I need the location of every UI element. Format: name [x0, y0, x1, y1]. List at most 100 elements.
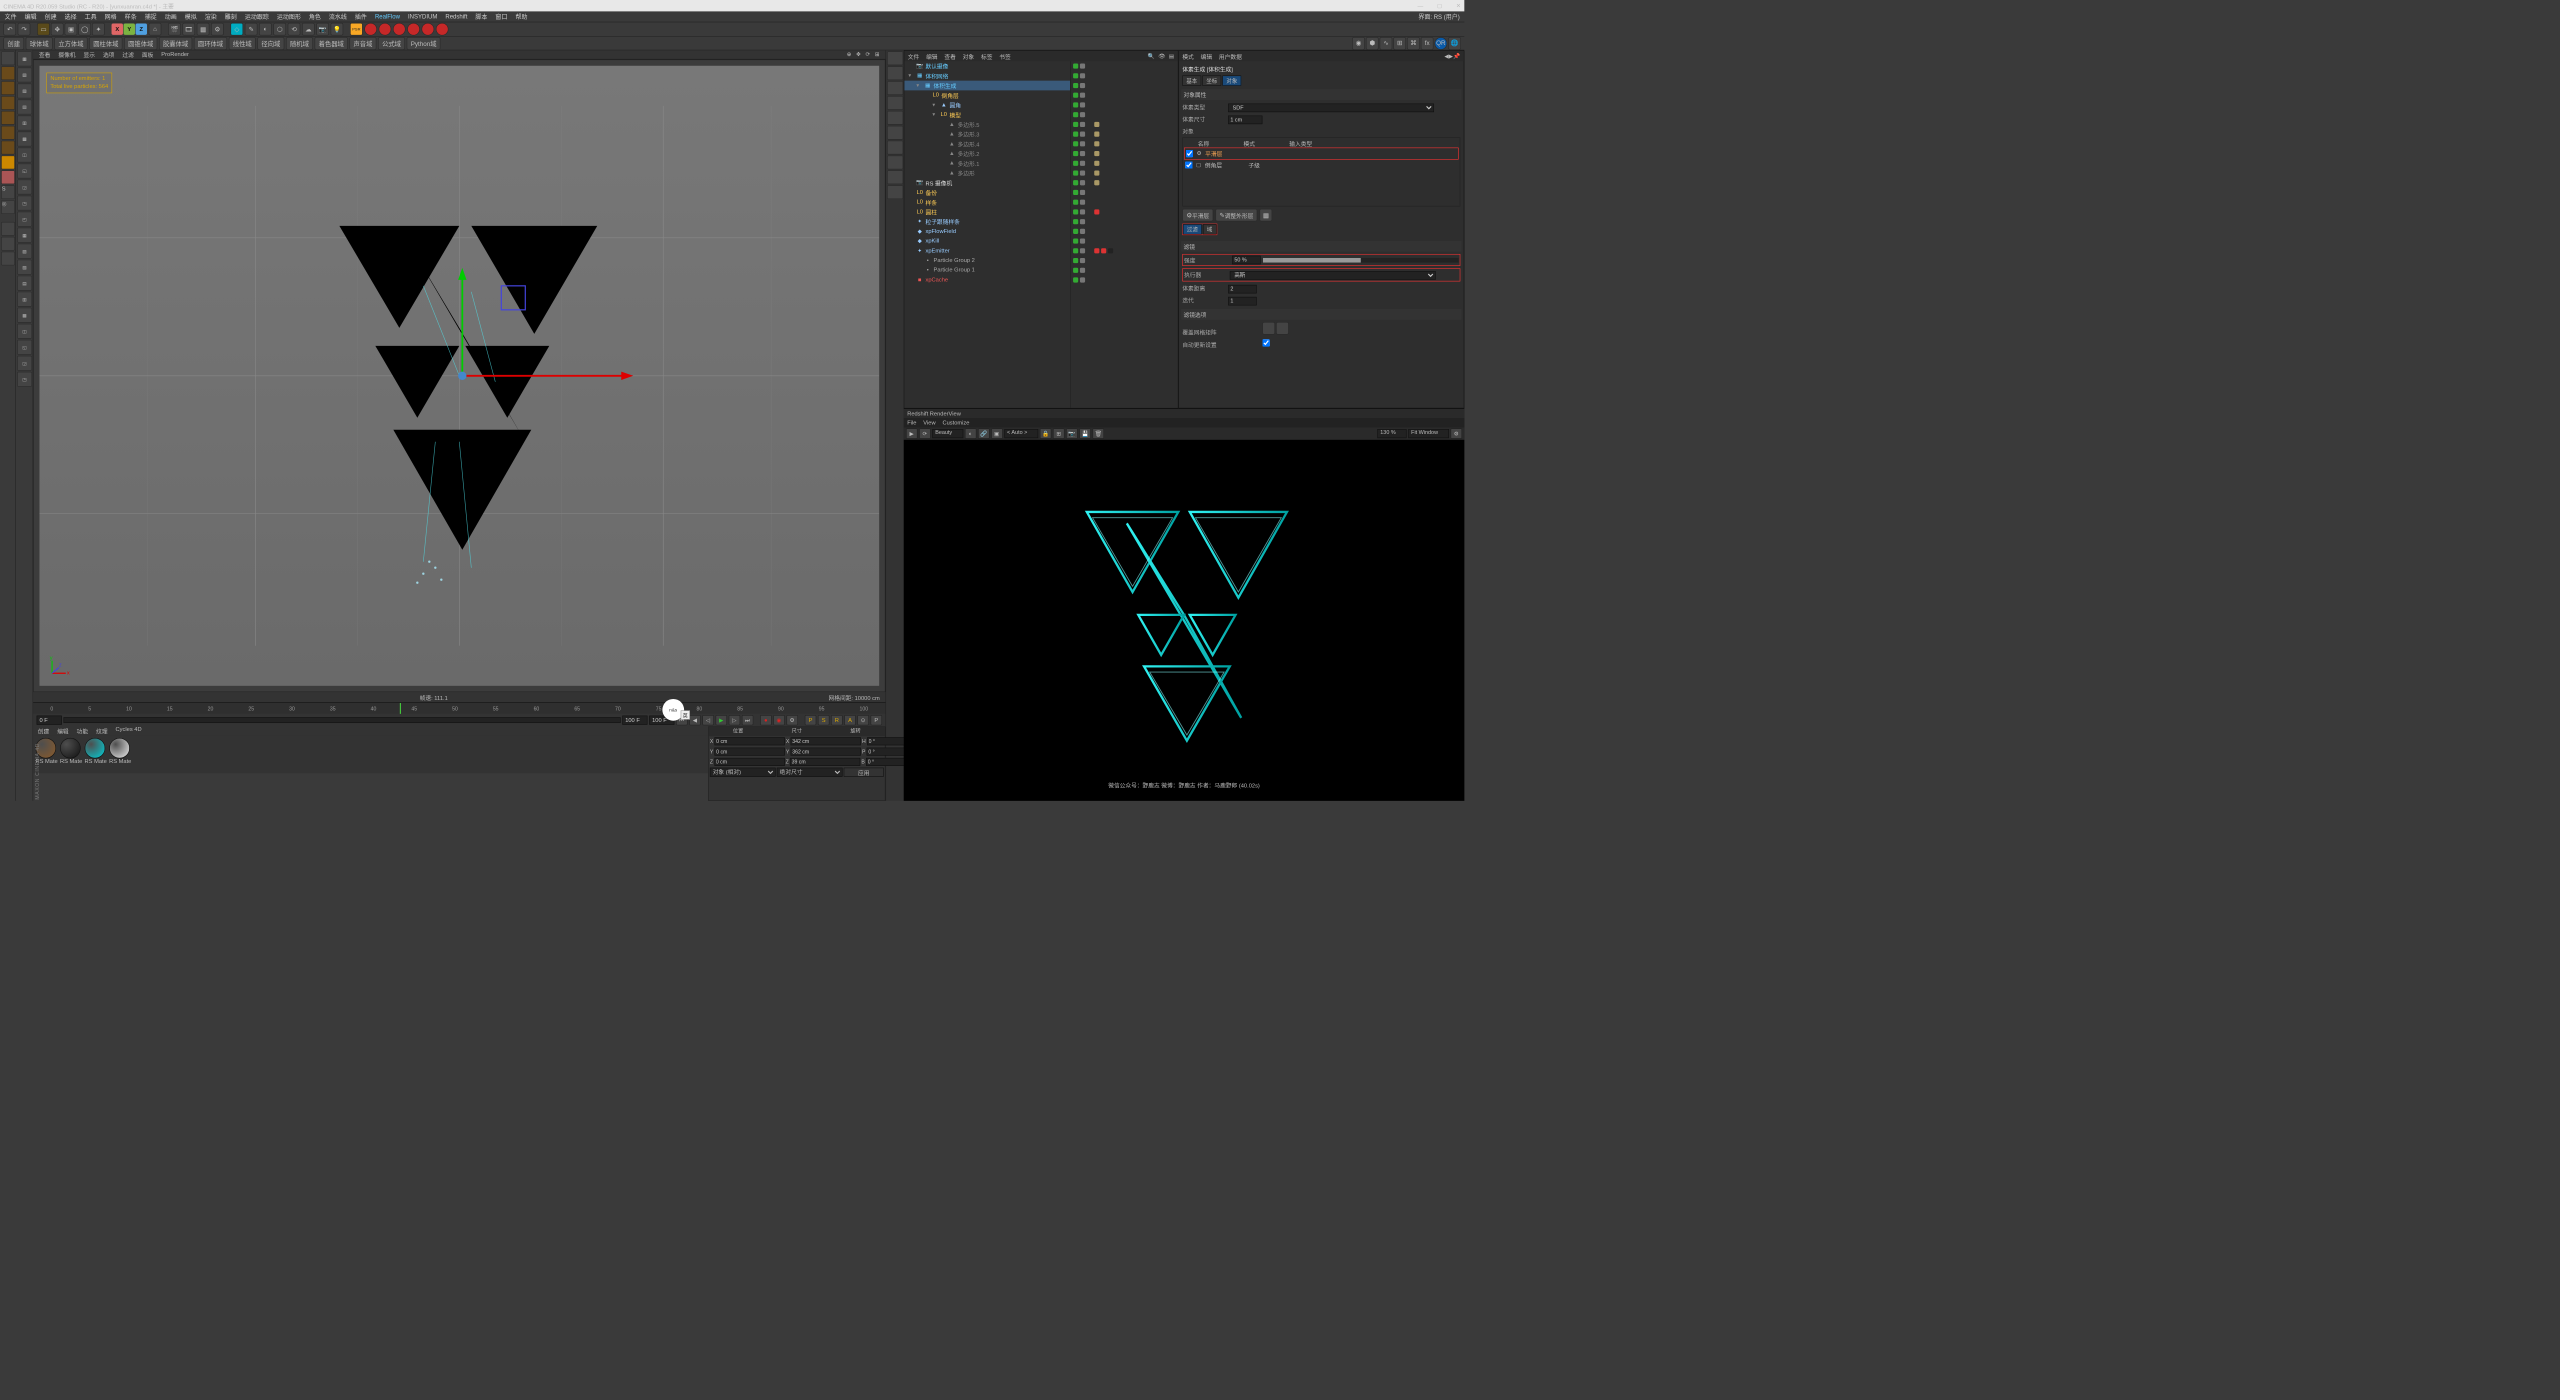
palette-btn[interactable]: ◲	[17, 356, 32, 371]
move-icon[interactable]: ✥	[51, 23, 64, 36]
snap-btn[interactable]	[1, 222, 15, 236]
palette-btn[interactable]: ◫	[17, 148, 32, 163]
layer-name[interactable]: 平滑层	[1205, 149, 1222, 158]
rv-opt-icon[interactable]: ◐	[965, 428, 976, 438]
tag-row[interactable]	[1071, 149, 1178, 159]
palette-btn[interactable]: ▩	[17, 132, 32, 147]
palette-btn[interactable]: ▥	[17, 292, 32, 307]
tag-row[interactable]	[1071, 236, 1178, 246]
palette-btn[interactable]: ▦	[17, 51, 32, 66]
tree-row[interactable]: ■xpCache	[904, 275, 1070, 285]
rv-menu-item[interactable]: File	[907, 420, 916, 426]
reshape-layer-btn[interactable]: ✎ 调整外形层	[1215, 209, 1257, 222]
mat-tab[interactable]: 纹理	[96, 726, 107, 735]
tag-row[interactable]	[1071, 227, 1178, 237]
iterations[interactable]	[1228, 297, 1257, 306]
light-icon[interactable]: 💡	[331, 23, 344, 36]
tag-row[interactable]	[1071, 275, 1178, 285]
frame-end[interactable]	[622, 716, 647, 725]
util-icon[interactable]: ⌘	[1407, 37, 1420, 50]
grid-cell[interactable]	[1276, 322, 1289, 335]
mat-tab[interactable]: 功能	[77, 726, 88, 735]
tag-row[interactable]	[1071, 139, 1178, 149]
tree-row[interactable]: ✦xpEmitter	[904, 246, 1070, 256]
rv-refresh-icon[interactable]: ⟳	[919, 428, 930, 438]
mode-btn[interactable]	[1, 81, 15, 95]
tag-row[interactable]	[1071, 217, 1178, 227]
field-btn[interactable]: 胶囊体域	[159, 37, 192, 50]
pos-input[interactable]	[714, 737, 784, 745]
kf-p-icon[interactable]: P	[805, 715, 816, 725]
size-input[interactable]	[791, 748, 861, 756]
menu-item[interactable]: 样条	[125, 12, 137, 21]
tree-row[interactable]: ▲多边形.5	[904, 120, 1070, 130]
vp-nav-icon[interactable]: ⊞	[875, 51, 880, 57]
voxel-size[interactable]	[1228, 116, 1262, 125]
tag-row[interactable]	[1071, 178, 1178, 188]
range-slider[interactable]	[63, 717, 620, 723]
search-icon[interactable]: 🔍	[1148, 53, 1155, 59]
field-btn[interactable]: 声音域	[349, 37, 376, 50]
menu-item[interactable]: 流水线	[329, 12, 347, 21]
step-back-icon[interactable]: ◀	[689, 715, 700, 725]
kf-a-icon[interactable]: A	[844, 715, 855, 725]
vp-menu[interactable]: 显示	[84, 50, 95, 59]
viewport[interactable]: Number of emitters: 1 Total live particl…	[33, 59, 885, 692]
palette-btn[interactable]: ▨	[17, 67, 32, 82]
redo-icon[interactable]: ↷	[18, 23, 31, 36]
menu-item[interactable]: 网格	[105, 12, 117, 21]
util-icon[interactable]: ◉	[1352, 37, 1365, 50]
menu-item[interactable]: 帮助	[515, 12, 527, 21]
tag-row[interactable]	[1071, 246, 1178, 256]
field-btn[interactable]: 立方体域	[54, 37, 87, 50]
tag-row[interactable]	[1071, 265, 1178, 275]
tree-row[interactable]: L0圆柱	[904, 207, 1070, 217]
attr-maintab[interactable]: 基本	[1182, 76, 1201, 86]
om-tab[interactable]: 书签	[999, 52, 1010, 61]
attr-maintab[interactable]: 坐标	[1202, 76, 1221, 86]
pin-icon[interactable]: 📌	[1453, 53, 1460, 59]
field-btn[interactable]: 圆柱体域	[89, 37, 122, 50]
tree-row[interactable]: ◆xpFlowField	[904, 227, 1070, 237]
tag-row[interactable]	[1071, 90, 1178, 100]
mode-btn[interactable]	[1, 96, 15, 110]
mode-btn[interactable]: S	[1, 185, 15, 199]
tag-row[interactable]	[1071, 120, 1178, 130]
tree-row[interactable]: L0倒角层	[904, 90, 1070, 100]
palette-btn[interactable]: ◱	[17, 340, 32, 355]
util-icon[interactable]: fx	[1421, 37, 1434, 50]
rv-settings-icon[interactable]: ⚙	[1451, 428, 1462, 438]
kf-s-icon[interactable]: S	[818, 715, 829, 725]
maximize-icon[interactable]: ▢	[1437, 3, 1442, 9]
tree-row[interactable]: ✦粒子跟随样条	[904, 217, 1070, 227]
mat-tab[interactable]: 创建	[38, 726, 49, 735]
generator-icon[interactable]: ⬡	[273, 23, 286, 36]
minimize-icon[interactable]: —	[1418, 3, 1424, 9]
vbar-btn[interactable]	[887, 96, 903, 110]
filter-type[interactable]: 高斯	[1230, 271, 1436, 280]
grid-cell[interactable]	[1262, 322, 1275, 335]
strength-input[interactable]	[1232, 256, 1261, 265]
tag-row[interactable]	[1071, 256, 1178, 266]
menu-item[interactable]: 运动图形	[277, 12, 301, 21]
tree-row[interactable]: ▲多边形.4	[904, 139, 1070, 149]
field-btn[interactable]: 着色器域	[315, 37, 348, 50]
rv-snap-icon[interactable]: 📷	[1066, 428, 1077, 438]
vbar-btn[interactable]	[887, 156, 903, 170]
field-btn[interactable]: 创建	[3, 37, 24, 50]
extra-btn[interactable]: ▦	[1260, 209, 1273, 222]
time-ruler[interactable]: 0510152025303540455055606570758085909510…	[33, 702, 885, 713]
tag-row[interactable]	[1071, 100, 1178, 110]
rec-6-icon[interactable]	[436, 23, 449, 36]
util-icon[interactable]: ⬢	[1366, 37, 1379, 50]
menu-item[interactable]: 窗口	[495, 12, 507, 21]
menu-item[interactable]: 模拟	[185, 12, 197, 21]
menu-item[interactable]: 插件	[355, 12, 367, 21]
snap-btn[interactable]	[1, 252, 15, 266]
step-fwd-icon[interactable]: ▷	[729, 715, 740, 725]
play-icon[interactable]: ▶	[716, 715, 727, 725]
vbar-btn[interactable]	[887, 81, 903, 95]
material-item[interactable]: RS Mate	[85, 738, 107, 765]
pos-input[interactable]	[714, 758, 784, 766]
tag-row[interactable]	[1071, 188, 1178, 198]
